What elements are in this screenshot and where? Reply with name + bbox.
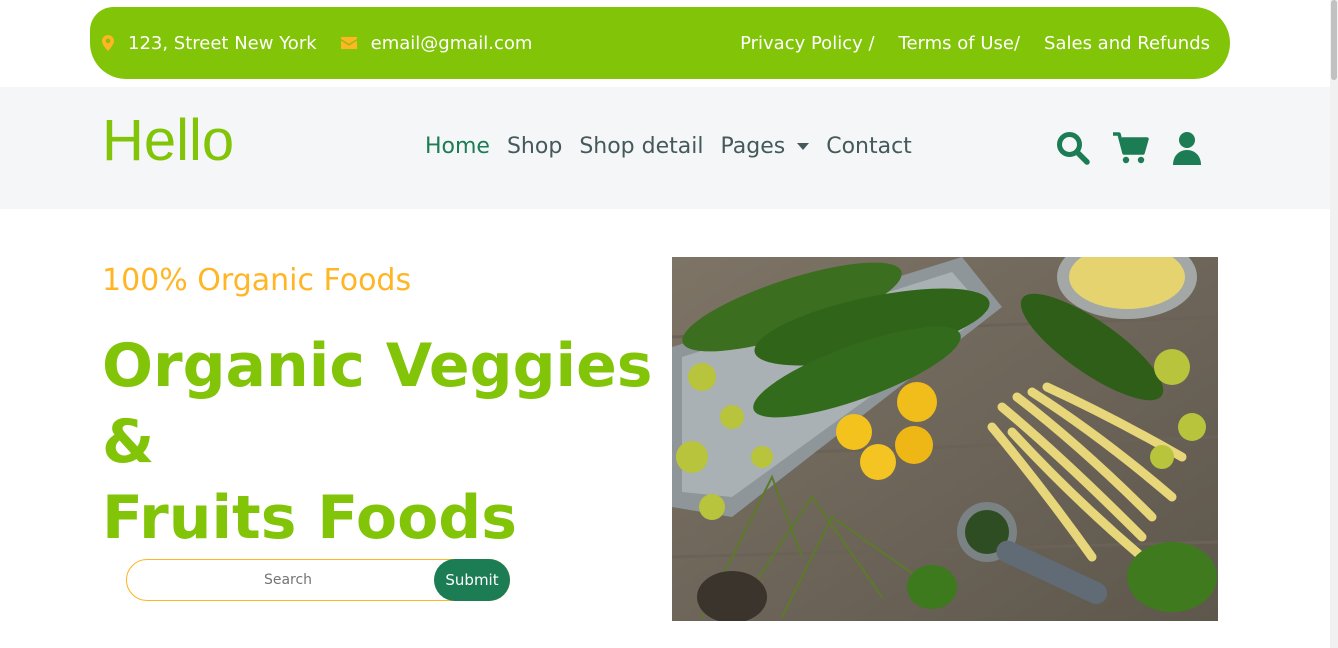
submit-button[interactable]: Submit <box>434 559 510 601</box>
nav-icon-group <box>1056 131 1224 165</box>
hero-title-line-3: Fruits Foods <box>102 483 517 553</box>
privacy-policy-link[interactable]: Privacy Policy / <box>740 33 874 54</box>
hero-search-form: Submit <box>126 559 510 601</box>
page-scrollbar[interactable] <box>1330 0 1338 648</box>
nav-pages-label: Pages <box>720 134 786 159</box>
user-icon[interactable] <box>1172 131 1202 165</box>
contact-info: 123, Street New York email@gmail.com <box>102 33 556 54</box>
hero-title: Organic Veggies & Fruits Foods <box>102 328 653 556</box>
policy-links: Privacy Policy / Terms of Use/ Sales and… <box>716 33 1210 54</box>
map-marker-icon <box>102 35 114 51</box>
main-navbar: Hello Home Shop Shop detail Pages Contac… <box>0 87 1330 209</box>
envelope-icon <box>340 37 357 49</box>
nav-pages-dropdown[interactable]: Pages <box>720 134 810 159</box>
email-text: email@gmail.com <box>370 32 533 54</box>
top-info-bar: 123, Street New York email@gmail.com Pri… <box>90 7 1230 79</box>
scrollbar-thumb[interactable] <box>1331 0 1337 80</box>
hero-title-line-2: & <box>102 407 155 477</box>
caret-down-icon <box>797 143 810 150</box>
hero-title-line-1: Organic Veggies <box>102 331 653 401</box>
terms-of-use-link[interactable]: Terms of Use/ <box>899 33 1021 54</box>
search-icon[interactable] <box>1056 131 1090 165</box>
nav-shop-detail[interactable]: Shop detail <box>579 134 703 159</box>
hero-image-vegetables <box>672 257 1218 621</box>
nav-shop[interactable]: Shop <box>507 134 562 159</box>
nav-home[interactable]: Home <box>425 134 490 159</box>
hero-subtitle: 100% Organic Foods <box>102 263 412 298</box>
address-text: 123, Street New York <box>128 32 317 54</box>
cart-icon[interactable] <box>1112 131 1150 165</box>
nav-contact[interactable]: Contact <box>826 134 912 159</box>
brand-logo[interactable]: Hello <box>102 107 234 174</box>
sales-refunds-link[interactable]: Sales and Refunds <box>1044 33 1210 54</box>
nav-menu: Home Shop Shop detail Pages Contact <box>425 134 929 159</box>
